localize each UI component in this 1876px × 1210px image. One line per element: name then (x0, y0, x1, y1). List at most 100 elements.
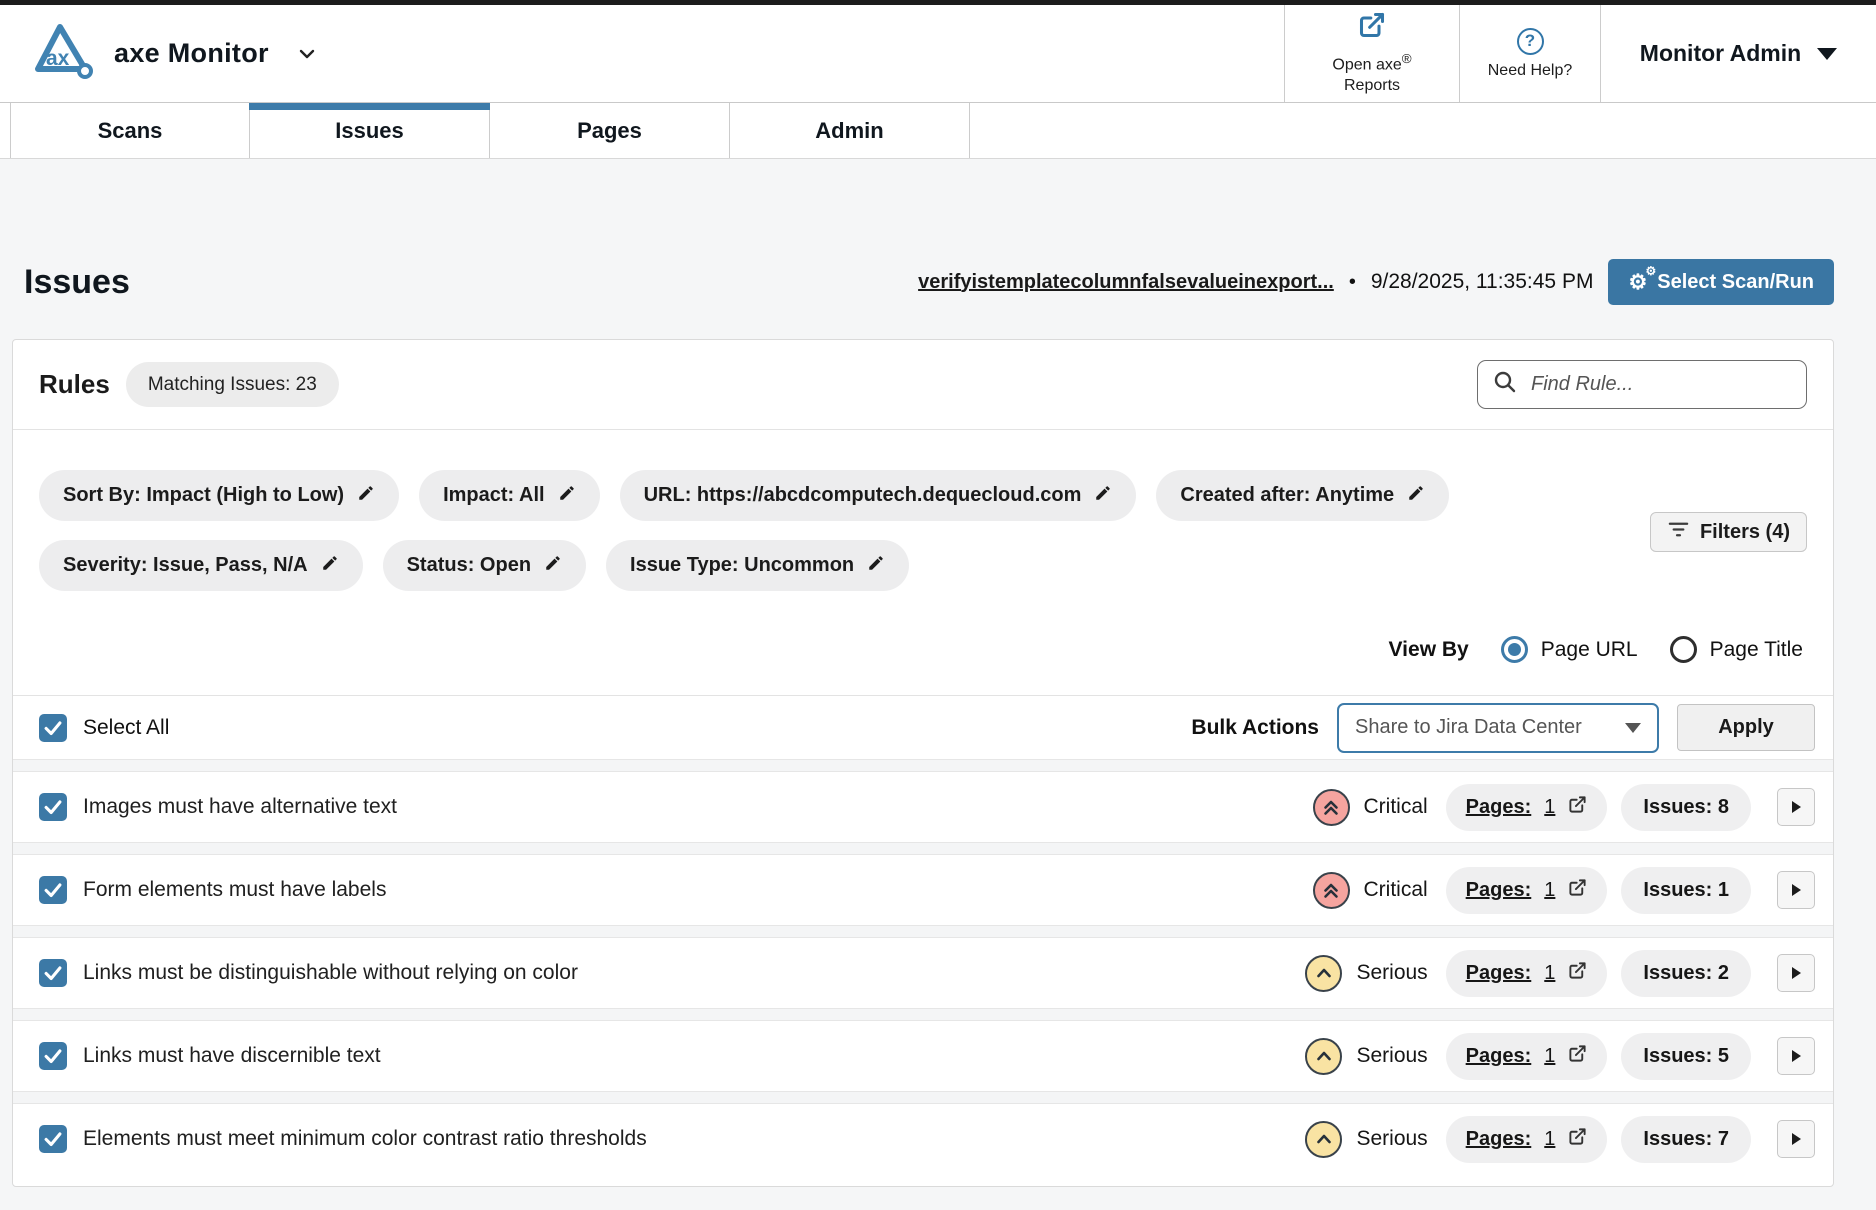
issue-row: Links must have discernible text Serious… (13, 1021, 1833, 1091)
expand-row-button[interactable] (1777, 1037, 1815, 1075)
filter-chip-row-1: Sort By: Impact (High to Low) Impact: Al… (39, 470, 1807, 521)
select-all-checkbox[interactable] (39, 714, 67, 742)
panel-bottom-padding (13, 1174, 1833, 1186)
issue-row: Links must be distinguishable without re… (13, 938, 1833, 1008)
severity-label: Serious (1356, 961, 1427, 985)
open-axe-reports-label: Open axe® Reports (1332, 51, 1411, 95)
severity-critical-icon (1313, 872, 1350, 909)
bulk-action-select[interactable]: Share to Jira Data Center (1337, 703, 1659, 753)
filters-section: Sort By: Impact (High to Low) Impact: Al… (13, 430, 1833, 591)
pages-link[interactable]: Pages: 1 (1446, 784, 1608, 831)
caret-down-icon (1817, 48, 1837, 60)
question-circle-icon: ? (1517, 28, 1544, 55)
severity-serious-icon (1305, 1038, 1342, 1075)
row-checkbox[interactable] (39, 1125, 67, 1153)
filter-chip-impact[interactable]: Impact: All (419, 470, 600, 521)
chevron-right-icon (1792, 884, 1801, 896)
severity-serious-icon (1305, 1121, 1342, 1158)
pages-link[interactable]: Pages: 1 (1446, 1116, 1608, 1163)
open-axe-reports-button[interactable]: Open axe® Reports (1284, 5, 1459, 102)
expand-row-button[interactable] (1777, 1120, 1815, 1158)
scan-date: 9/28/2025, 11:35:45 PM (1371, 270, 1594, 294)
pages-link[interactable]: Pages: 1 (1446, 867, 1608, 914)
row-actions: Serious Pages: 1 Issues: 7 (1305, 1116, 1815, 1163)
bulk-actions-label: Bulk Actions (1191, 716, 1319, 740)
issue-row: Elements must meet minimum color contras… (13, 1104, 1833, 1174)
row-checkbox[interactable] (39, 1042, 67, 1070)
pages-link[interactable]: Pages: 1 (1446, 950, 1608, 997)
title-row: Issues verifyistemplatecolumnfalsevaluei… (12, 259, 1834, 305)
pencil-icon (1407, 484, 1425, 508)
expand-row-button[interactable] (1777, 871, 1815, 909)
row-divider (13, 1008, 1833, 1021)
external-link-icon (1358, 11, 1386, 44)
external-link-icon (1568, 1044, 1587, 1069)
issues-count-badge: Issues: 1 (1621, 867, 1751, 914)
filter-chip-issue-type[interactable]: Issue Type: Uncommon (606, 540, 909, 591)
row-checkbox[interactable] (39, 793, 67, 821)
severity-label: Critical (1364, 795, 1428, 819)
row-divider (13, 759, 1833, 772)
need-help-button[interactable]: ? Need Help? (1459, 5, 1600, 102)
apply-button[interactable]: Apply (1677, 704, 1815, 751)
expand-row-button[interactable] (1777, 788, 1815, 826)
tab-issues[interactable]: Issues (250, 103, 490, 158)
radio-page-title[interactable]: Page Title (1670, 636, 1803, 663)
external-link-icon (1568, 961, 1587, 986)
tab-pages[interactable]: Pages (490, 103, 730, 158)
pencil-icon (357, 484, 375, 508)
svg-text:ax: ax (46, 47, 70, 70)
radio-selected-icon (1501, 636, 1528, 663)
pages-link[interactable]: Pages: 1 (1446, 1033, 1608, 1080)
chevron-right-icon (1792, 1050, 1801, 1062)
filter-chip-status[interactable]: Status: Open (383, 540, 586, 591)
expand-row-button[interactable] (1777, 954, 1815, 992)
issues-count-badge: Issues: 2 (1621, 950, 1751, 997)
tab-admin[interactable]: Admin (730, 103, 970, 158)
rules-panel: Rules Matching Issues: 23 Sort By: Impac… (12, 339, 1834, 1187)
row-actions: Serious Pages: 1 Issues: 5 (1305, 1033, 1815, 1080)
select-all-row: Select All Bulk Actions Share to Jira Da… (13, 695, 1833, 759)
select-scan-run-button[interactable]: ⚙⚙ Select Scan/Run (1608, 259, 1834, 305)
radio-page-url[interactable]: Page URL (1501, 636, 1638, 663)
chevron-right-icon (1792, 801, 1801, 813)
row-actions: Critical Pages: 1 Issues: 1 (1313, 867, 1816, 914)
bulk-actions: Bulk Actions Share to Jira Data Center A… (1191, 703, 1815, 753)
need-help-label: Need Help? (1488, 62, 1573, 80)
user-menu[interactable]: Monitor Admin (1600, 5, 1876, 102)
rule-name: Elements must meet minimum color contras… (83, 1127, 647, 1151)
chevron-down-icon[interactable] (295, 42, 319, 66)
filter-chip-url[interactable]: URL: https://abcdcomputech.dequecloud.co… (620, 470, 1137, 521)
app-brand[interactable]: ax axe Monitor (0, 5, 1284, 102)
find-rule-input[interactable] (1529, 372, 1791, 397)
row-actions: Serious Pages: 1 Issues: 2 (1305, 950, 1815, 997)
rule-name: Links must have discernible text (83, 1044, 381, 1068)
app-title: axe Monitor (114, 38, 269, 69)
filter-chip-severity[interactable]: Severity: Issue, Pass, N/A (39, 540, 363, 591)
scan-separator: • (1349, 271, 1356, 294)
row-checkbox[interactable] (39, 876, 67, 904)
scan-name-link[interactable]: verifyistemplatecolumnfalsevalueinexport… (918, 271, 1334, 294)
external-link-icon (1568, 1127, 1587, 1152)
issue-row: Form elements must have labels Critical … (13, 855, 1833, 925)
rules-title: Rules (39, 369, 110, 400)
row-checkbox[interactable] (39, 959, 67, 987)
rules-header: Rules Matching Issues: 23 (13, 340, 1833, 430)
app-header: ax axe Monitor Open axe® Reports ? Need … (0, 5, 1876, 103)
severity-serious-icon (1305, 955, 1342, 992)
find-rule-search[interactable] (1477, 360, 1807, 409)
filter-icon (1667, 518, 1690, 547)
chevron-right-icon (1792, 967, 1801, 979)
severity-critical-icon (1313, 789, 1350, 826)
tab-scans[interactable]: Scans (10, 103, 250, 158)
main-nav: Scans Issues Pages Admin (0, 103, 1876, 159)
row-divider (13, 925, 1833, 938)
radio-unselected-icon (1670, 636, 1697, 663)
issues-count-badge: Issues: 8 (1621, 784, 1751, 831)
filter-chip-sort-by[interactable]: Sort By: Impact (High to Low) (39, 470, 399, 521)
page-title: Issues (24, 263, 130, 302)
filter-chip-created-after[interactable]: Created after: Anytime (1156, 470, 1449, 521)
view-by-label: View By (1389, 638, 1469, 662)
filters-button[interactable]: Filters (4) (1650, 512, 1807, 552)
user-menu-label: Monitor Admin (1640, 40, 1801, 67)
